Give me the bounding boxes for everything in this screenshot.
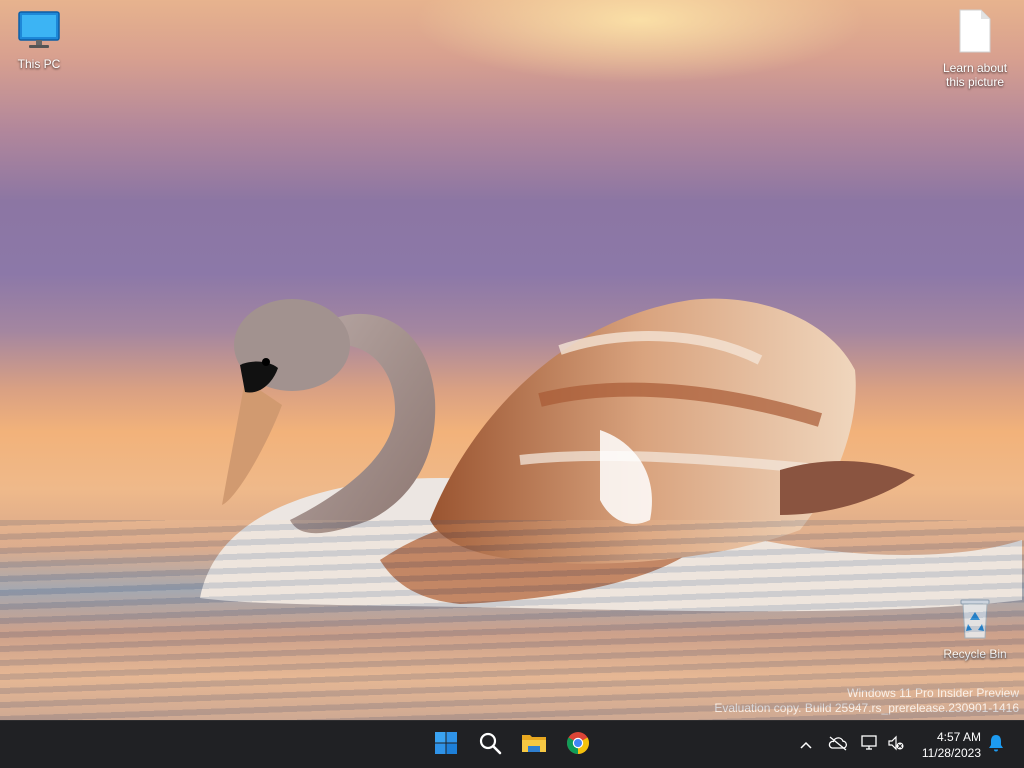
wallpaper-swan-image <box>200 298 1022 612</box>
search-button[interactable] <box>472 727 508 763</box>
desktop[interactable]: This PC Learn about this picture Recycle… <box>0 0 1024 720</box>
evaluation-watermark: Windows 11 Pro Insider Preview Evaluatio… <box>714 686 1019 716</box>
notifications-button[interactable] <box>986 734 1006 757</box>
bell-icon <box>988 734 1004 757</box>
clock-date: 11/28/2023 <box>921 746 981 760</box>
network-icon <box>861 734 879 756</box>
desktop-icon-label: This PC <box>17 57 61 71</box>
cloud-off-icon <box>828 735 848 756</box>
windows-logo-icon <box>434 731 458 760</box>
watermark-line-build: Evaluation copy. Build 25947.rs_prerelea… <box>714 701 1019 715</box>
file-explorer-button[interactable] <box>516 727 552 763</box>
volume-tray-button[interactable] <box>886 735 906 755</box>
network-tray-button[interactable] <box>860 734 880 756</box>
folder-icon <box>521 732 547 759</box>
search-icon <box>478 731 502 760</box>
taskbar: 4:57 AM 11/28/2023 <box>0 720 1024 768</box>
recycle-bin-icon <box>937 596 1013 643</box>
clock-button[interactable]: 4:57 AM 11/28/2023 <box>922 729 981 761</box>
volume-muted-icon <box>887 735 905 756</box>
desktop-icon-label: Recycle Bin <box>943 647 1007 661</box>
start-button[interactable] <box>428 727 464 763</box>
chrome-button[interactable] <box>560 727 596 763</box>
monitor-icon <box>1 10 77 53</box>
desktop-icon-label: Learn about this picture <box>942 61 1008 89</box>
onedrive-tray-button[interactable] <box>828 735 848 755</box>
clock-time: 4:57 AM <box>936 730 981 744</box>
chrome-icon <box>566 731 590 760</box>
document-icon <box>937 8 1013 57</box>
desktop-icon-recycle-bin[interactable]: Recycle Bin <box>937 596 1013 661</box>
desktop-icon-learn-about-picture[interactable]: Learn about this picture <box>937 8 1013 89</box>
desktop-icon-this-pc[interactable]: This PC <box>1 10 77 71</box>
watermark-line-edition: Windows 11 Pro Insider Preview <box>847 686 1019 700</box>
show-hidden-icons-button[interactable] <box>796 735 816 755</box>
chevron-up-icon <box>800 736 812 754</box>
